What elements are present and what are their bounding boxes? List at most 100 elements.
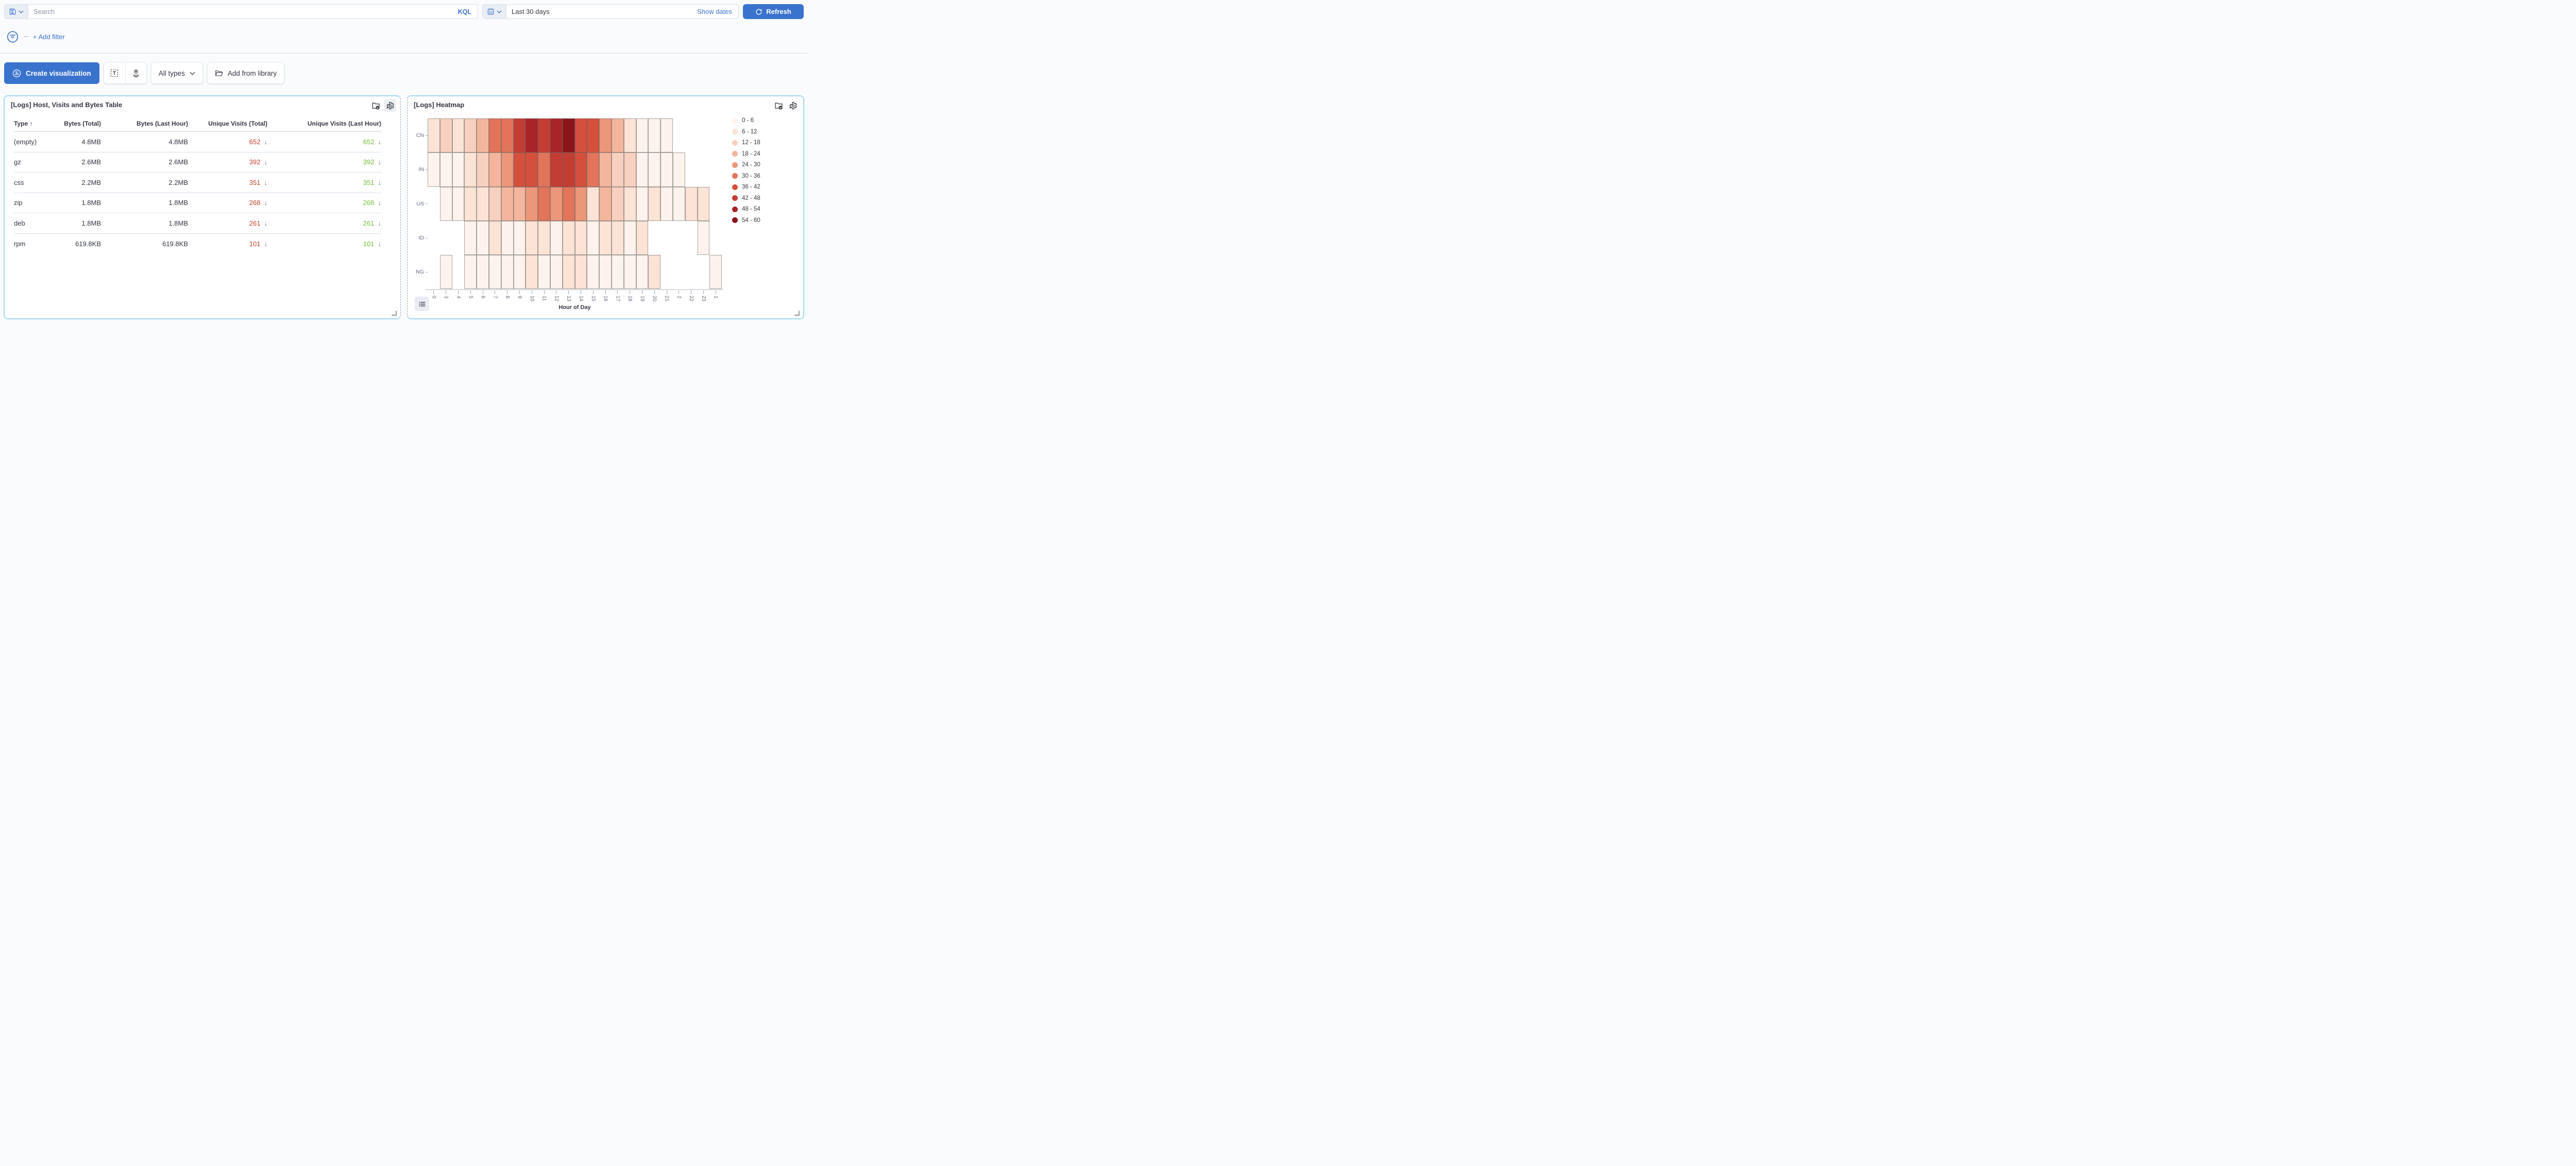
heatmap-cell[interactable]	[501, 118, 514, 152]
heatmap-cell[interactable]	[489, 118, 501, 152]
legend-item[interactable]: 18 - 24	[732, 151, 760, 157]
heatmap-cell[interactable]	[673, 152, 685, 186]
legend-item[interactable]: 0 - 6	[732, 117, 760, 124]
heatmap-cell[interactable]	[440, 118, 452, 152]
heatmap-cell[interactable]	[538, 187, 550, 221]
search-input[interactable]	[28, 5, 452, 19]
heatmap-cell[interactable]	[660, 187, 673, 221]
heatmap-cell[interactable]	[440, 187, 452, 221]
legend-item[interactable]: 48 - 54	[732, 206, 760, 212]
heatmap-cell[interactable]	[599, 221, 612, 255]
heatmap-cell[interactable]	[538, 152, 550, 186]
heatmap-cell[interactable]	[501, 187, 514, 221]
heatmap-cell[interactable]	[526, 152, 538, 186]
heatmap-cell[interactable]	[599, 152, 612, 186]
heatmap-cell[interactable]	[514, 118, 526, 152]
heatmap-cell[interactable]	[550, 118, 563, 152]
heatmap-cell[interactable]	[648, 118, 660, 152]
add-text-annotation-button[interactable]	[104, 63, 125, 83]
heatmap-cell[interactable]	[587, 221, 599, 255]
heatmap-cell[interactable]	[538, 118, 550, 152]
heatmap-cell[interactable]	[624, 187, 636, 221]
heatmap-cell[interactable]	[464, 152, 477, 186]
heatmap-cell[interactable]	[563, 221, 575, 255]
heatmap-cell[interactable]	[636, 118, 649, 152]
heatmap-cell[interactable]	[514, 255, 526, 289]
column-header-bytes-total[interactable]: Bytes (Total)	[50, 120, 101, 127]
panel-resize-handle[interactable]	[794, 311, 800, 316]
heatmap-cell[interactable]	[489, 152, 501, 186]
heatmap-cell[interactable]	[563, 187, 575, 221]
heatmap-cell[interactable]	[501, 255, 514, 289]
heatmap-cell[interactable]	[563, 152, 575, 186]
heatmap-cell[interactable]	[575, 152, 587, 186]
time-range-value[interactable]: Last 30 days	[506, 5, 691, 19]
legend-item[interactable]: 6 - 12	[732, 129, 760, 135]
heatmap-cell[interactable]	[526, 255, 538, 289]
heatmap-cell[interactable]	[464, 118, 477, 152]
legend-item[interactable]: 12 - 18	[732, 140, 760, 146]
heatmap-cell[interactable]	[550, 255, 563, 289]
heatmap-cell[interactable]	[477, 187, 489, 221]
heatmap-cell[interactable]	[489, 255, 501, 289]
heatmap-cell[interactable]	[464, 255, 477, 289]
heatmap-cell[interactable]	[587, 118, 599, 152]
panel-settings-button[interactable]	[384, 99, 396, 112]
heatmap-cell[interactable]	[538, 255, 550, 289]
heatmap-cell[interactable]	[624, 255, 636, 289]
heatmap-cell[interactable]	[477, 118, 489, 152]
heatmap-cell[interactable]	[477, 152, 489, 186]
save-to-library-button[interactable]	[369, 99, 382, 112]
heatmap-cell[interactable]	[624, 152, 636, 186]
heatmap-cell[interactable]	[464, 221, 477, 255]
heatmap-cell[interactable]	[599, 118, 612, 152]
heatmap-cell[interactable]	[477, 255, 489, 289]
panel-resize-handle[interactable]	[392, 311, 397, 316]
heatmap-cell[interactable]	[673, 187, 685, 221]
heatmap-cell[interactable]	[612, 221, 624, 255]
heatmap-cell[interactable]	[612, 152, 624, 186]
heatmap-cell[interactable]	[648, 152, 660, 186]
query-language-badge[interactable]: KQL	[452, 5, 478, 19]
heatmap-cell[interactable]	[624, 221, 636, 255]
heatmap-cell[interactable]	[440, 152, 452, 186]
legend-item[interactable]: 42 - 48	[732, 195, 760, 201]
heatmap-cell[interactable]	[428, 152, 440, 186]
heatmap-cell[interactable]	[599, 187, 612, 221]
add-map-button[interactable]	[125, 63, 146, 83]
heatmap-cell[interactable]	[624, 118, 636, 152]
heatmap-cell[interactable]	[685, 187, 698, 221]
create-visualization-button[interactable]: Create visualization	[4, 62, 99, 84]
add-filter-link[interactable]: + Add filter	[33, 33, 65, 41]
heatmap-cell[interactable]	[452, 118, 465, 152]
heatmap-cell[interactable]	[612, 118, 624, 152]
heatmap-cell[interactable]	[587, 187, 599, 221]
legend-item[interactable]: 24 - 30	[732, 162, 760, 168]
heatmap-cell[interactable]	[464, 187, 477, 221]
heatmap-cell[interactable]	[636, 255, 649, 289]
saved-query-menu-button[interactable]	[5, 5, 28, 19]
heatmap-cell[interactable]	[648, 255, 660, 289]
heatmap-cell[interactable]	[440, 255, 452, 289]
heatmap-cell[interactable]	[636, 152, 649, 186]
all-types-dropdown[interactable]: All types	[151, 62, 203, 84]
legend-item[interactable]: 36 - 42	[732, 184, 760, 190]
add-from-library-button[interactable]: Add from library	[207, 62, 284, 84]
time-picker-calendar-button[interactable]	[483, 5, 506, 19]
heatmap-cell[interactable]	[587, 255, 599, 289]
legend-item[interactable]: 30 - 36	[732, 173, 760, 179]
heatmap-cell[interactable]	[501, 221, 514, 255]
heatmap-cell[interactable]	[660, 118, 673, 152]
heatmap-cell[interactable]	[636, 187, 649, 221]
heatmap-cell[interactable]	[477, 221, 489, 255]
column-header-type[interactable]: Type ↑	[14, 120, 50, 127]
heatmap-cell[interactable]	[428, 118, 440, 152]
heatmap-cell[interactable]	[575, 221, 587, 255]
heatmap-cell[interactable]	[514, 221, 526, 255]
heatmap-cell[interactable]	[698, 221, 710, 255]
refresh-button[interactable]: Refresh	[743, 4, 804, 19]
heatmap-cell[interactable]	[538, 221, 550, 255]
heatmap-cell[interactable]	[526, 221, 538, 255]
heatmap-cell[interactable]	[526, 118, 538, 152]
heatmap-cell[interactable]	[563, 118, 575, 152]
